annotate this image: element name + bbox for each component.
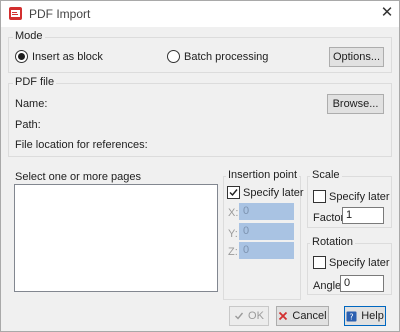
mode-legend: Mode xyxy=(13,30,45,42)
x-label: X: xyxy=(228,207,239,219)
insertion-specify-later-checkbox[interactable] xyxy=(227,186,240,199)
ok-label: OK xyxy=(248,310,264,322)
window-title: PDF Import xyxy=(29,7,91,21)
help-icon: ? xyxy=(346,311,357,322)
svg-text:?: ? xyxy=(350,312,354,321)
z-field[interactable]: 0 xyxy=(239,242,294,259)
batch-processing-label[interactable]: Batch processing xyxy=(184,51,268,63)
pdf-file-legend: PDF file xyxy=(13,76,57,88)
insertion-specify-later-label[interactable]: Specify later xyxy=(243,187,304,199)
pages-label: Select one or more pages xyxy=(15,171,141,183)
scale-specify-later-label[interactable]: Specify later xyxy=(329,191,390,203)
insert-as-block-label[interactable]: Insert as block xyxy=(32,51,103,63)
help-button[interactable]: ? Help xyxy=(344,306,386,326)
x-field[interactable]: 0 xyxy=(239,203,294,220)
title-bar: PDF Import ✕ xyxy=(1,1,399,27)
ok-button[interactable]: OK xyxy=(229,306,269,326)
rotation-specify-later-label[interactable]: Specify later xyxy=(329,257,390,269)
close-icon[interactable]: ✕ xyxy=(379,4,395,22)
checkmark-icon xyxy=(229,189,238,197)
options-button[interactable]: Options... xyxy=(329,47,384,67)
y-field[interactable]: 0 xyxy=(239,223,294,240)
pages-listbox[interactable] xyxy=(14,184,218,292)
factor-field[interactable]: 1 xyxy=(342,207,384,224)
help-label: Help xyxy=(361,310,384,322)
cancel-label: Cancel xyxy=(292,310,327,322)
scale-legend: Scale xyxy=(310,169,342,181)
pdf-import-dialog: PDF Import ✕ Mode Insert as block Batch … xyxy=(0,0,400,332)
checkmark-icon xyxy=(235,312,244,320)
rotation-legend: Rotation xyxy=(310,236,355,248)
path-label: Path: xyxy=(15,119,41,131)
file-location-label: File location for references: xyxy=(15,139,148,151)
cancel-x-icon xyxy=(279,311,288,321)
scale-specify-later-checkbox[interactable] xyxy=(313,190,326,203)
y-label: Y: xyxy=(228,228,238,240)
pdf-icon xyxy=(9,7,22,20)
cancel-button[interactable]: Cancel xyxy=(276,306,329,326)
angle-field[interactable]: 0 xyxy=(340,275,384,292)
rotation-specify-later-checkbox[interactable] xyxy=(313,256,326,269)
insert-as-block-radio[interactable] xyxy=(15,50,28,63)
batch-processing-radio[interactable] xyxy=(167,50,180,63)
z-label: Z: xyxy=(228,246,238,258)
insertion-point-legend: Insertion point xyxy=(226,169,300,181)
browse-button[interactable]: Browse... xyxy=(327,94,384,114)
name-label: Name: xyxy=(15,98,48,110)
